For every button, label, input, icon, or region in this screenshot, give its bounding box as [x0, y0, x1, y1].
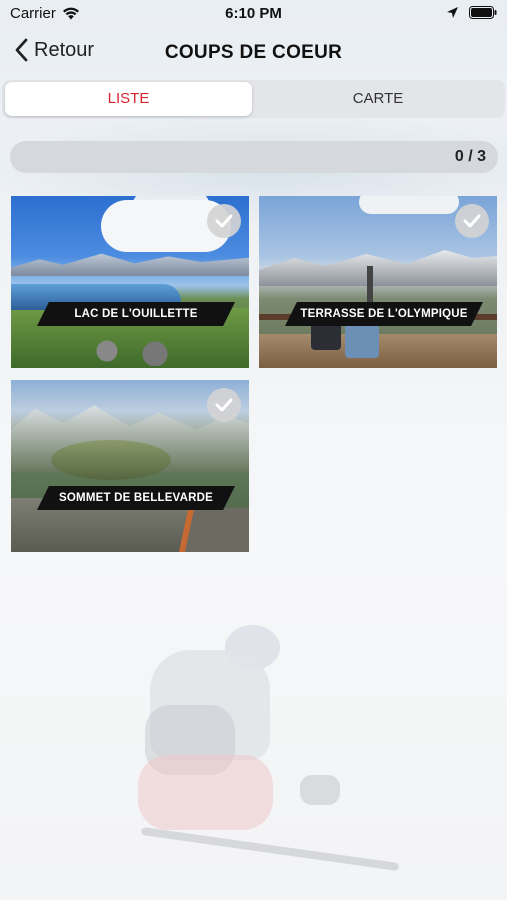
spot-card-sommet-bellevarde[interactable]: SOMMET DE BELLEVARDE — [11, 380, 249, 552]
navigation-bar: Retour COUPS DE COEUR — [0, 30, 507, 76]
check-icon — [207, 204, 241, 238]
check-icon — [207, 388, 241, 422]
status-bar: Carrier 6:10 PM — [0, 0, 507, 28]
tab-liste[interactable]: LISTE — [5, 82, 252, 116]
spot-card-label: TERRASSE DE L'OLYMPIQUE — [285, 302, 483, 326]
tab-carte[interactable]: CARTE — [254, 82, 502, 116]
check-icon — [455, 204, 489, 238]
clock: 6:10 PM — [225, 5, 282, 22]
page-title: COUPS DE COEUR — [164, 42, 343, 63]
location-icon — [447, 7, 458, 18]
spot-card-label: SOMMET DE BELLEVARDE — [37, 486, 235, 510]
spot-card-label: LAC DE L'OUILLETTE — [37, 302, 235, 326]
spot-card-terrasse-olympique[interactable]: TERRASSE DE L'OLYMPIQUE — [259, 196, 497, 368]
progress-count: 0 / 3 — [454, 148, 486, 165]
visit-progress-bar: 0 / 3 — [10, 141, 498, 173]
battery-icon — [469, 6, 497, 19]
view-segmented-control: LISTE CARTE — [2, 80, 505, 118]
spot-card-lac-ouillette[interactable]: LAC DE L'OUILLETTE — [11, 196, 249, 368]
